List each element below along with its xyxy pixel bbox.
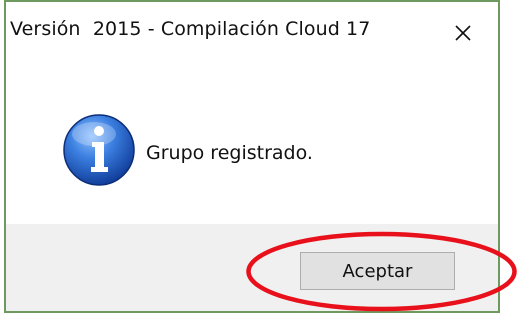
dialog-content: Grupo registrado. bbox=[6, 64, 498, 222]
dialog-message: Grupo registrado. bbox=[146, 142, 313, 164]
close-icon bbox=[455, 25, 471, 41]
info-icon bbox=[63, 114, 135, 186]
screenshot-canvas: Versión 2015 - Compilación Cloud 17 Grup… bbox=[0, 0, 521, 320]
message-dialog: Versión 2015 - Compilación Cloud 17 Grup… bbox=[4, 0, 500, 313]
accept-button[interactable]: Aceptar bbox=[300, 252, 455, 290]
close-button[interactable] bbox=[438, 12, 488, 54]
dialog-titlebar[interactable]: Versión 2015 - Compilación Cloud 17 bbox=[6, 2, 498, 64]
dialog-title: Versión 2015 - Compilación Cloud 17 bbox=[10, 18, 371, 40]
dialog-button-bar: Aceptar bbox=[6, 224, 498, 311]
